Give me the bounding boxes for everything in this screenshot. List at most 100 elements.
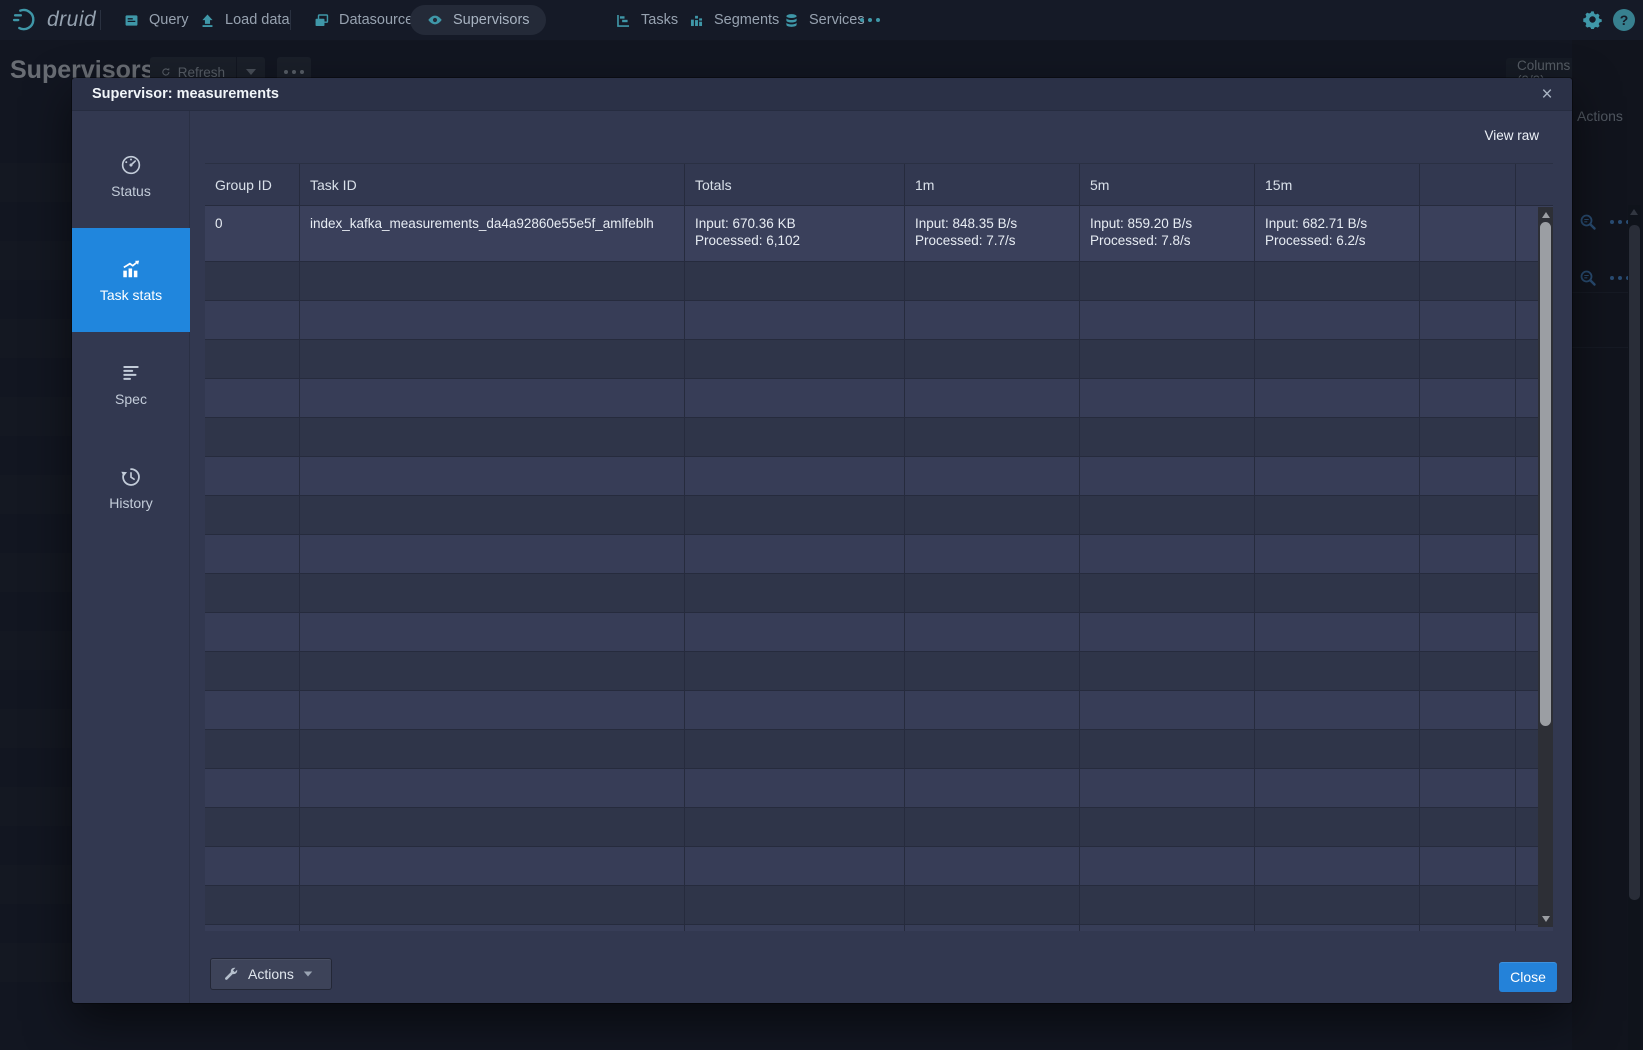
cell-empty	[300, 886, 685, 924]
cell-empty	[905, 340, 1080, 378]
cell-empty	[300, 652, 685, 690]
druid-logo-icon	[12, 6, 39, 33]
cell-empty	[1420, 730, 1516, 768]
cell-empty	[1080, 418, 1255, 456]
history-icon	[120, 466, 142, 488]
cell-empty	[685, 652, 905, 690]
table-row-empty	[205, 301, 1553, 340]
nav-item-segments[interactable]: Segments	[688, 0, 779, 40]
tab-spec[interactable]: Spec	[72, 332, 190, 436]
column-header-totals: Totals	[685, 164, 905, 205]
help-icon: ?	[1620, 12, 1629, 28]
cell-empty	[685, 379, 905, 417]
cell-empty	[1080, 925, 1255, 931]
cell-empty	[1080, 769, 1255, 807]
cell-empty	[1080, 808, 1255, 846]
cell-empty	[1420, 574, 1516, 612]
cell-empty	[300, 340, 685, 378]
upload-icon	[199, 12, 216, 29]
tab-status[interactable]: Status	[72, 124, 190, 228]
druid-logo[interactable]: druid	[12, 6, 96, 33]
gauge-icon	[120, 154, 142, 176]
nav-label: Query	[149, 12, 189, 28]
column-header-task-id: Task ID	[300, 164, 685, 205]
cell-empty	[905, 262, 1080, 300]
table-scrollbar[interactable]	[1538, 207, 1553, 927]
table-row-empty	[205, 418, 1553, 457]
cell-empty	[1255, 886, 1420, 924]
cell-empty	[1255, 652, 1420, 690]
cell-empty	[300, 457, 685, 495]
cell-5m: Input: 859.20 B/s Processed: 7.8/s	[1080, 206, 1255, 261]
m1-processed: Processed: 7.7/s	[915, 232, 1069, 249]
cell-empty	[1420, 925, 1516, 931]
nav-more-button[interactable]	[860, 0, 880, 40]
align-left-icon	[120, 362, 142, 384]
cell-empty	[1255, 925, 1420, 931]
cell-empty	[300, 379, 685, 417]
cell-empty	[1255, 340, 1420, 378]
tab-history[interactable]: History	[72, 436, 190, 540]
view-raw-link[interactable]: View raw	[1484, 128, 1539, 143]
nav-item-query[interactable]: Query	[123, 0, 189, 40]
cell-empty	[905, 652, 1080, 690]
cell-empty	[905, 925, 1080, 931]
column-header-5m: 5m	[1080, 164, 1255, 205]
logo-text: druid	[47, 8, 96, 32]
actions-button[interactable]: Actions	[210, 958, 332, 990]
table-row-empty	[205, 691, 1553, 730]
scroll-up-arrow[interactable]	[1542, 212, 1550, 218]
chart-arrow-icon	[120, 258, 142, 280]
help-button[interactable]: ?	[1613, 9, 1635, 31]
cell-empty	[905, 418, 1080, 456]
nav-item-tasks[interactable]: Tasks	[615, 0, 678, 40]
nav-label: Load data	[225, 12, 290, 28]
nav-item-services[interactable]: Services	[783, 0, 865, 40]
tab-task-stats[interactable]: Task stats	[72, 228, 190, 332]
cell-empty	[1080, 886, 1255, 924]
nav-item-load-data[interactable]: Load data	[199, 0, 290, 40]
table-scrollbar-thumb[interactable]	[1540, 222, 1551, 726]
scroll-down-arrow[interactable]	[1542, 916, 1550, 922]
cell-empty	[300, 418, 685, 456]
chevron-down-icon	[304, 971, 313, 976]
cell-empty	[1080, 730, 1255, 768]
m5-processed: Processed: 7.8/s	[1090, 232, 1244, 249]
cell-empty	[685, 574, 905, 612]
settings-button[interactable]	[1583, 10, 1602, 34]
cell-empty	[1255, 847, 1420, 885]
cell-empty	[1255, 808, 1420, 846]
cell-empty	[1420, 691, 1516, 729]
cell-empty	[1255, 418, 1420, 456]
cell-empty	[1255, 535, 1420, 573]
cell-empty	[905, 847, 1080, 885]
cell-empty	[300, 808, 685, 846]
ellipsis-icon	[860, 18, 880, 22]
table-row-empty	[205, 886, 1553, 925]
nav-item-datasources[interactable]: Datasources	[313, 0, 420, 40]
task-stats-table: Group ID Task ID Totals 1m 5m 15m 0 inde…	[205, 163, 1553, 931]
cell-group-id: 0	[205, 206, 300, 261]
totals-input: Input: 670.36 KB	[695, 215, 894, 232]
m1-input: Input: 848.35 B/s	[915, 215, 1069, 232]
cell-empty	[905, 691, 1080, 729]
tab-label: History	[109, 495, 153, 511]
cell-empty	[685, 886, 905, 924]
cell-empty	[685, 496, 905, 534]
cell-15m: Input: 682.71 B/s Processed: 6.2/s	[1255, 206, 1420, 261]
cell-empty	[905, 574, 1080, 612]
close-button[interactable]: Close	[1499, 962, 1557, 992]
cell-empty	[1420, 808, 1516, 846]
divider	[290, 10, 291, 30]
totals-processed: Processed: 6,102	[695, 232, 894, 249]
nav-item-supervisors[interactable]: Supervisors	[410, 5, 546, 35]
gantt-icon	[615, 12, 632, 29]
console-icon	[123, 12, 140, 29]
table-row-empty	[205, 340, 1553, 379]
table-row-empty	[205, 730, 1553, 769]
nav-label: Supervisors	[453, 12, 530, 28]
table-row-empty	[205, 574, 1553, 613]
cell-empty	[1420, 847, 1516, 885]
close-icon[interactable]: ×	[1534, 82, 1560, 108]
cell-empty	[905, 496, 1080, 534]
